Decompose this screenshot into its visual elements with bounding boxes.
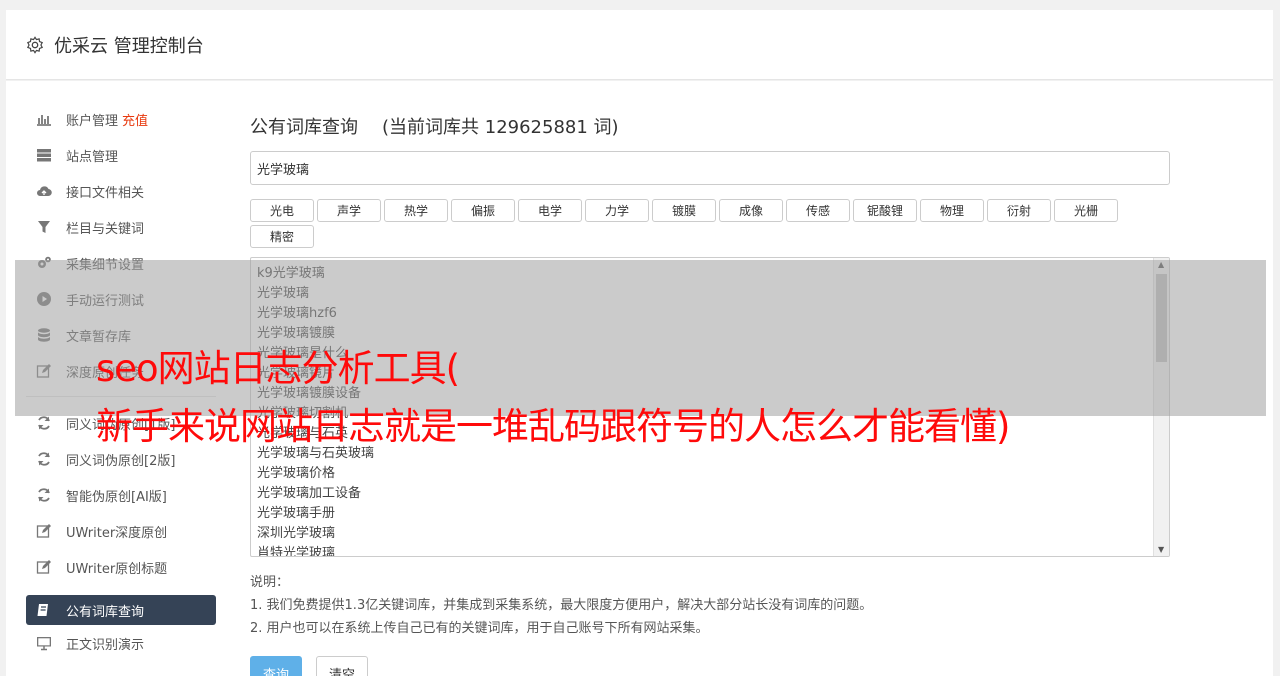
book-icon bbox=[37, 604, 48, 616]
gears-icon bbox=[38, 256, 51, 268]
monitor-icon bbox=[37, 637, 51, 651]
sidebar-item-sites[interactable]: 站点管理 bbox=[26, 137, 216, 173]
caption-text: seo网站日志分析工具( 新手来说网站日志就是一堆乱码跟符号的人怎么才能看懂) bbox=[96, 340, 1010, 456]
list-item[interactable]: 深圳光学玻璃 bbox=[257, 524, 1169, 544]
tag-button[interactable]: 衍射 bbox=[987, 199, 1051, 222]
tag-button[interactable]: 精密 bbox=[250, 225, 314, 248]
gear-icon bbox=[26, 35, 44, 54]
tag-button[interactable]: 传感 bbox=[786, 199, 850, 222]
sidebar-item-label: 正文识别演示 bbox=[66, 637, 145, 653]
server-icon bbox=[37, 149, 51, 162]
sidebar-item-label: 手动运行测试 bbox=[66, 293, 145, 309]
lexicon-count: (当前词库共 129625881 词) bbox=[382, 117, 619, 138]
sidebar-item-public-lexicon[interactable]: 公有词库查询 bbox=[26, 595, 216, 625]
list-item[interactable]: 光学玻璃 bbox=[257, 284, 1169, 304]
refresh-icon bbox=[38, 488, 50, 502]
scroll-up-arrow-icon[interactable]: ▲ bbox=[1158, 260, 1164, 269]
tag-button[interactable]: 电学 bbox=[518, 199, 582, 222]
sidebar-item-label: 智能伪原创[AI版] bbox=[66, 489, 167, 505]
edit-icon bbox=[36, 524, 51, 538]
tag-button[interactable]: 声学 bbox=[317, 199, 381, 222]
refresh-icon bbox=[38, 452, 50, 466]
sidebar-item-ai-rewrite[interactable]: 智能伪原创[AI版] bbox=[26, 477, 216, 513]
note-line: 1. 我们免费提供1.3亿关键词库，并集成到采集系统，最大限度方便用户，解决大部… bbox=[250, 598, 873, 613]
list-item[interactable]: k9光学玻璃 bbox=[257, 264, 1169, 284]
sidebar-item-label: 栏目与关键词 bbox=[66, 221, 145, 237]
sidebar-item-label: 采集细节设置 bbox=[66, 257, 145, 273]
filter-icon bbox=[38, 221, 50, 233]
scroll-thumb[interactable] bbox=[1156, 274, 1167, 362]
sidebar-item-label: 账户管理 bbox=[66, 113, 119, 129]
sidebar-item-text-recognition[interactable]: 正文识别演示 bbox=[26, 625, 216, 661]
tag-button[interactable]: 光栅 bbox=[1054, 199, 1118, 222]
note-line: 2. 用户也可以在系统上传自己已有的关键词库，用于自己账号下所有网站采集。 bbox=[250, 621, 709, 636]
tag-button[interactable]: 光电 bbox=[250, 199, 314, 222]
action-buttons: 查询 清空 bbox=[250, 656, 1170, 676]
sidebar-item-label: 站点管理 bbox=[66, 149, 119, 165]
tag-list: 光电 声学 热学 偏振 电学 力学 镀膜 成像 传感 铌酸锂 物理 衍射 光栅 … bbox=[250, 199, 1130, 251]
sidebar-item-label: 公有词库查询 bbox=[66, 604, 145, 620]
tag-button[interactable]: 偏振 bbox=[451, 199, 515, 222]
tag-button[interactable]: 热学 bbox=[384, 199, 448, 222]
sidebar-item-manual-run[interactable]: 手动运行测试 bbox=[26, 281, 216, 317]
refresh-icon bbox=[38, 416, 50, 430]
play-circle-icon bbox=[37, 292, 51, 306]
page-title: 公有词库查询 (当前词库共 129625881 词) bbox=[250, 111, 1170, 141]
edit-icon bbox=[36, 364, 51, 378]
sidebar-item-label: UWriter深度原创 bbox=[66, 525, 168, 541]
notes-title: 说明： bbox=[250, 575, 290, 590]
sidebar-item-collect-settings[interactable]: 采集细节设置 bbox=[26, 245, 216, 281]
query-button[interactable]: 查询 bbox=[250, 656, 303, 676]
list-item[interactable]: 光学玻璃加工设备 bbox=[257, 484, 1169, 504]
database-icon bbox=[38, 328, 50, 342]
sidebar-item-label: 接口文件相关 bbox=[66, 185, 145, 201]
top-header: 优采云 管理控制台 bbox=[6, 10, 1273, 80]
edit-icon bbox=[36, 560, 51, 574]
recharge-link[interactable]: 充值 bbox=[122, 110, 148, 129]
list-item[interactable]: 光学玻璃价格 bbox=[257, 464, 1169, 484]
scroll-down-arrow-icon[interactable]: ▼ bbox=[1158, 545, 1164, 554]
tag-button[interactable]: 镀膜 bbox=[652, 199, 716, 222]
list-item[interactable]: 肖特光学玻璃 bbox=[257, 544, 1169, 556]
notes-section: 说明： 1. 我们免费提供1.3亿关键词库，并集成到采集系统，最大限度方便用户，… bbox=[250, 571, 1170, 640]
tag-button[interactable]: 力学 bbox=[585, 199, 649, 222]
sidebar-item-account[interactable]: 账户管理 充值 bbox=[26, 101, 216, 137]
clear-button[interactable]: 清空 bbox=[316, 656, 369, 676]
list-item[interactable]: 光学玻璃hzf6 bbox=[257, 304, 1169, 324]
keyword-search-input[interactable] bbox=[250, 151, 1170, 185]
tag-button[interactable]: 铌酸锂 bbox=[853, 199, 917, 222]
cloud-upload-icon bbox=[37, 186, 52, 197]
sidebar-item-interface[interactable]: 接口文件相关 bbox=[26, 173, 216, 209]
sidebar-item-uwriter-original[interactable]: UWriter深度原创 bbox=[26, 513, 216, 549]
sidebar-item-uwriter-title[interactable]: UWriter原创标题 bbox=[26, 549, 216, 585]
bar-chart-icon bbox=[37, 115, 51, 126]
sidebar-item-label: UWriter原创标题 bbox=[66, 561, 168, 577]
caption-line-1: seo网站日志分析工具( bbox=[96, 347, 460, 390]
console-title: 优采云 管理控制台 bbox=[54, 35, 204, 57]
tag-button[interactable]: 物理 bbox=[920, 199, 984, 222]
list-scrollbar[interactable]: ▲ ▼ bbox=[1153, 258, 1169, 556]
tag-button[interactable]: 成像 bbox=[719, 199, 783, 222]
caption-line-2: 新手来说网站日志就是一堆乱码跟符号的人怎么才能看懂) bbox=[96, 405, 1010, 448]
sidebar-item-columns[interactable]: 栏目与关键词 bbox=[26, 209, 216, 245]
page-title-text: 公有词库查询 bbox=[250, 117, 358, 138]
list-item[interactable]: 光学玻璃手册 bbox=[257, 504, 1169, 524]
